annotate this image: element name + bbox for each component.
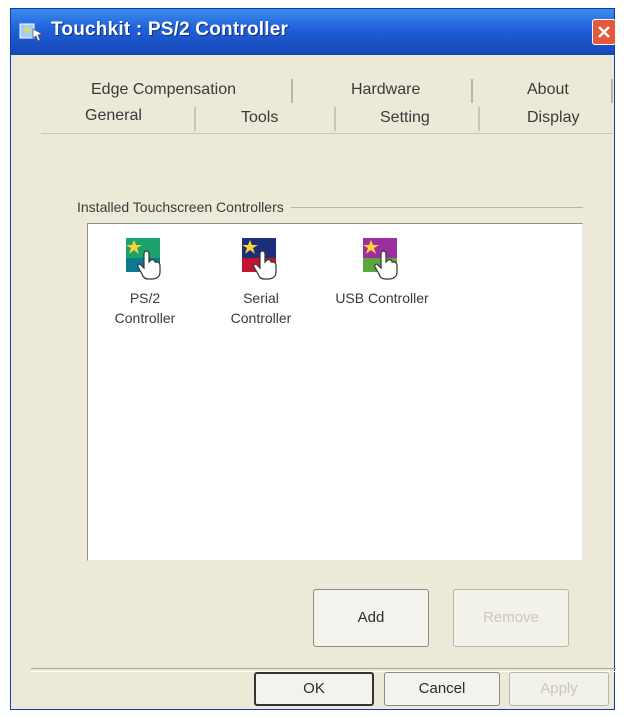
title-bar[interactable]: Touchkit : PS/2 Controller (11, 9, 616, 55)
tab-divider (334, 107, 336, 131)
controller-label: Controller (114, 310, 176, 326)
controller-item-usb[interactable]: USB Controller (332, 232, 432, 308)
controller-label: Controller (230, 310, 292, 326)
remove-button[interactable]: Remove (453, 589, 569, 647)
tab-divider (291, 79, 293, 103)
window-title: Touchkit : PS/2 Controller (51, 19, 289, 40)
close-button[interactable] (592, 19, 616, 45)
apply-button[interactable]: Apply (509, 672, 609, 706)
add-button[interactable]: Add (313, 589, 429, 647)
tab-edge-compensation[interactable]: Edge Compensation (91, 81, 236, 99)
tab-setting[interactable]: Setting (380, 109, 430, 127)
cancel-button[interactable]: Cancel (384, 672, 500, 706)
tab-hardware[interactable]: Hardware (351, 81, 420, 99)
serial-touch-icon (242, 238, 277, 280)
group-divider (291, 207, 583, 208)
tab-divider (611, 79, 613, 103)
controller-item-ps2[interactable]: PS/2 Controller (100, 232, 190, 328)
tab-strip: Edge Compensation Hardware About General… (66, 71, 614, 133)
tab-divider (194, 107, 196, 131)
touchkit-app-icon (19, 21, 45, 43)
tab-about[interactable]: About (527, 81, 569, 99)
tab-general[interactable]: General (85, 107, 142, 125)
group-label: Installed Touchscreen Controllers (77, 199, 284, 215)
tab-display[interactable]: Display (527, 109, 579, 127)
tab-divider (471, 79, 473, 103)
controller-label: Serial (243, 290, 279, 306)
controller-label: PS/2 (129, 290, 161, 306)
tab-divider (478, 107, 480, 131)
controller-label: USB Controller (335, 290, 429, 306)
dialog-window: Touchkit : PS/2 Controller Edge Compensa… (10, 8, 616, 710)
tab-tools[interactable]: Tools (241, 109, 278, 127)
controllers-list[interactable]: PS/2 Controller Serial Controller USB Co… (87, 223, 583, 561)
close-icon (598, 26, 610, 38)
ok-button[interactable]: OK (254, 672, 374, 706)
controller-item-serial[interactable]: Serial Controller (216, 232, 306, 328)
ps2-touch-icon (126, 238, 161, 280)
usb-touch-icon (363, 238, 398, 280)
